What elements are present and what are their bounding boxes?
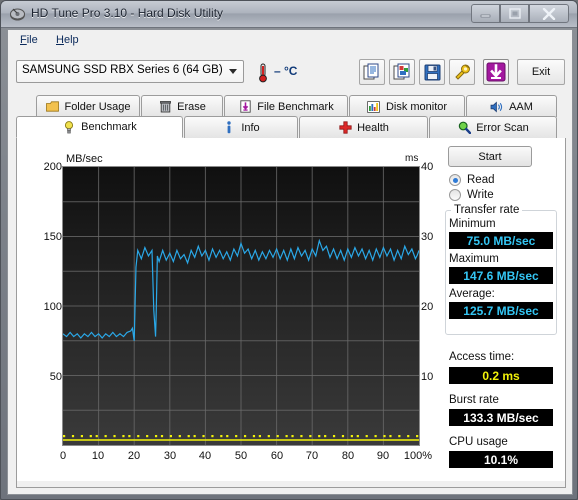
x-tick-40: 40 [198,450,212,462]
drive-select-value: SAMSUNG SSD RBX Series 6 (64 GB) [22,64,223,76]
speaker-icon [490,100,504,114]
menu-file[interactable]: File [14,33,44,47]
x-tick-20: 20 [127,450,141,462]
tab-file-benchmark[interactable]: File Benchmark [224,95,348,117]
x-tick-30: 30 [163,450,177,462]
access-time-label: Access time: [449,351,515,363]
title-bar: HD Tune Pro 3.10 - Hard Disk Utility [1,1,577,28]
menu-help[interactable]: Help [50,33,85,47]
tab-disk-monitor-label: Disk monitor [385,100,448,113]
x-tick-60: 60 [270,450,284,462]
maximum-value: 147.6 MB/sec [449,267,553,284]
y-tick-50: 50 [49,371,62,383]
radio-read-label: Read [467,174,495,186]
x-tick-90: 90 [376,450,390,462]
tab-aam[interactable]: AAM [466,95,557,117]
maximum-label: Maximum [449,253,499,265]
save-icon[interactable] [419,59,445,85]
drive-select[interactable]: SAMSUNG SSD RBX Series 6 (64 GB) [16,60,244,83]
tab-folder-usage[interactable]: Folder Usage [36,95,140,117]
benchmark-panel: MB/sec ms 200 150 100 50 40 30 20 10 0 1… [16,138,566,488]
x-tick-0: 0 [59,450,67,462]
radio-write[interactable]: Write [449,189,494,201]
y2-axis-unit-label: ms [405,153,419,164]
options-icon[interactable] [449,59,475,85]
x-tick-100: 100% [403,450,433,462]
tab-health[interactable]: Health [299,116,428,138]
cpu-usage-label: CPU usage [449,436,508,448]
trash-icon [158,100,172,114]
menu-bar: File Help [8,30,572,51]
tab-folder-usage-label: Folder Usage [64,100,131,113]
bulb-icon [62,120,76,134]
app-window: HD Tune Pro 3.10 - Hard Disk Utility Fil… [0,0,578,500]
tab-error-scan[interactable]: Error Scan [429,116,557,138]
x-tick-10: 10 [91,450,105,462]
transfer-rate-legend: Transfer rate [451,204,523,216]
x-tick-70: 70 [305,450,319,462]
access-time-value: 0.2 ms [449,367,553,384]
close-button[interactable] [529,4,569,23]
results-column: Start Read Write Transfer rate Minimum 7… [437,138,567,486]
y-tick-200: 200 [43,161,62,173]
tab-bar: Folder Usage Erase File Benchmark Disk m… [8,95,572,139]
minimize-button[interactable] [471,4,500,23]
benchmark-chart: MB/sec ms 200 150 100 50 40 30 20 10 0 1… [17,138,437,486]
tab-file-benchmark-label: File Benchmark [257,100,334,113]
burst-rate-label: Burst rate [449,394,499,406]
tab-benchmark[interactable]: Benchmark [16,116,183,138]
burst-rate-value: 133.3 MB/sec [449,409,553,426]
download-icon[interactable] [483,59,509,85]
radio-write-indicator [449,189,461,201]
minimum-value: 75.0 MB/sec [449,232,553,249]
exit-button-label: Exit [531,66,551,78]
copy-text-icon[interactable] [359,59,385,85]
start-button-label: Start [478,150,502,163]
toolbar: SAMSUNG SSD RBX Series 6 (64 GB) – °C Ex… [8,51,572,95]
hard-disk-icon [10,8,25,21]
start-button[interactable]: Start [448,146,532,167]
tab-erase-label: Erase [177,100,206,113]
maximize-button[interactable] [500,4,529,23]
tab-row-bottom: Benchmark Info Health Error Scan [8,116,572,138]
file-benchmark-icon [238,100,252,114]
health-cross-icon [338,121,352,135]
thermometer-icon [259,63,267,83]
y-tick-150: 150 [43,231,62,243]
minimum-label: Minimum [449,218,496,230]
plot-area [62,166,420,446]
temperature-readout: – °C [274,64,298,78]
magnifier-icon [457,121,471,135]
tab-info-label: Info [241,121,260,134]
average-value: 125.7 MB/sec [449,302,553,319]
tab-erase[interactable]: Erase [141,95,223,117]
y-axis-ticks: 200 150 100 50 [17,138,62,448]
radio-write-label: Write [467,189,494,201]
window-title: HD Tune Pro 3.10 - Hard Disk Utility [31,6,224,20]
x-tick-80: 80 [341,450,355,462]
status-bar [17,481,565,487]
tab-error-scan-label: Error Scan [476,121,529,134]
chevron-down-icon [229,69,237,74]
tab-aam-label: AAM [509,100,533,113]
radio-read-indicator [449,174,461,186]
cpu-usage-value: 10.1% [449,451,553,468]
exit-button[interactable]: Exit [517,59,565,85]
plot-svg [63,167,419,445]
tab-benchmark-label: Benchmark [81,121,137,133]
y-axis-unit-label: MB/sec [66,153,103,165]
client-area: File Help SAMSUNG SSD RBX Series 6 (64 G… [7,29,573,495]
tab-health-label: Health [357,121,389,134]
radio-read[interactable]: Read [449,174,495,186]
tab-disk-monitor[interactable]: Disk monitor [349,95,465,117]
folder-icon [45,100,59,114]
info-icon [222,121,236,135]
x-tick-50: 50 [234,450,248,462]
copy-image-icon[interactable] [389,59,415,85]
tab-info[interactable]: Info [184,116,298,138]
average-label: Average: [449,288,495,300]
bar-chart-icon [367,100,381,114]
tab-row-top: Folder Usage Erase File Benchmark Disk m… [8,95,572,117]
y-tick-100: 100 [43,301,62,313]
